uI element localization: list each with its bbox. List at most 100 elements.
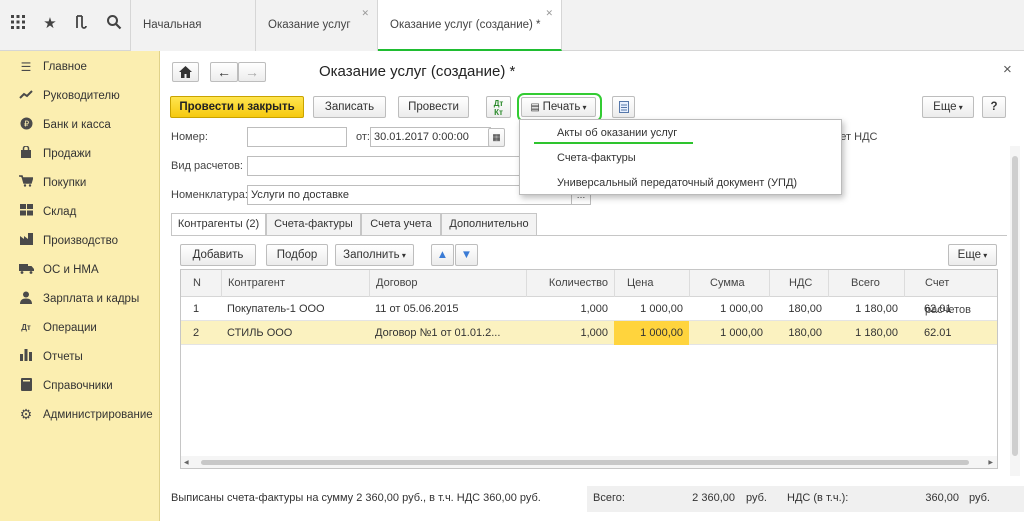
printer-icon: ▤ — [530, 102, 543, 113]
more-button[interactable]: Еще ▾ — [922, 96, 974, 118]
col-vat[interactable]: НДС — [769, 270, 828, 297]
col-sum[interactable]: Сумма — [689, 270, 769, 297]
calendar-icon: ▦ — [492, 132, 501, 142]
invoice-summary: Выписаны счета-фактуры на сумму 2 360,00… — [171, 492, 541, 504]
tab-home[interactable]: Начальная страница — [130, 0, 256, 82]
sidebar-item-purchases[interactable]: Покупки — [0, 168, 160, 197]
help-button[interactable]: ? — [982, 96, 1006, 118]
page-title: Оказание услуг (создание) * — [319, 63, 516, 80]
forward-button[interactable]: → — [238, 62, 266, 82]
sidebar-item-salary[interactable]: Зарплата и кадры — [0, 284, 160, 313]
tab-invoices[interactable]: Счета-фактуры — [266, 213, 361, 235]
menu-icon: ☰ — [20, 59, 32, 74]
sidebar-item-reports[interactable]: Отчеты — [0, 342, 160, 371]
sidebar-item-references[interactable]: Справочники — [0, 371, 160, 400]
menu-item-underline — [534, 142, 693, 144]
sidebar-item-production[interactable]: Производство — [0, 226, 160, 255]
top-bar: ★ Начальная страница Оказание услуг ✕ Ока… — [0, 0, 1024, 82]
dt-kt-button[interactable]: Дт Кт — [486, 96, 511, 118]
sidebar-item-main[interactable]: ☰ Главное — [0, 52, 160, 81]
col-price[interactable]: Цена — [614, 270, 689, 297]
col-contract[interactable]: Договор — [369, 270, 526, 297]
cell-price[interactable]: 1 000,00 — [614, 321, 689, 345]
sidebar-item-label: Отчеты — [43, 350, 83, 363]
menu-item-upd[interactable]: Универсальный передаточный документ (УПД… — [557, 177, 797, 189]
sidebar-item-assets[interactable]: ОС и НМА — [0, 255, 160, 284]
calc-type-field[interactable] — [247, 156, 527, 176]
sidebar-item-bank[interactable]: ₽ Банк и касса — [0, 110, 160, 139]
tab-services[interactable]: Оказание услуг ✕ — [256, 0, 378, 51]
footer: Выписаны счета-фактуры на сумму 2 360,00… — [160, 486, 1024, 521]
post-button[interactable]: Провести — [398, 96, 469, 118]
scroll-right-icon[interactable]: ▶ — [988, 459, 993, 466]
print-menu: Акты об оказании услуг Счета-фактуры Уни… — [519, 119, 842, 195]
cell-total: 1 180,00 — [855, 327, 898, 339]
save-button[interactable]: Записать — [313, 96, 386, 118]
calc-type-label: Вид расчетов: — [171, 160, 243, 172]
book-icon — [16, 377, 36, 394]
total-value: 2 360,00 — [692, 492, 735, 504]
cell-price: 1 000,00 — [640, 303, 683, 315]
search-icon[interactable] — [104, 14, 124, 34]
table-row[interactable]: 2 СТИЛЬ ООО Договор №1 от 01.01.2... 1,0… — [181, 321, 997, 345]
vertical-scrollbar[interactable] — [1010, 146, 1020, 476]
table-row[interactable]: 1 Покупатель-1 ООО 11 от 05.06.2015 1,00… — [181, 297, 997, 321]
vertical-scrollbar-thumb[interactable] — [1012, 156, 1018, 456]
pick-button[interactable]: Подбор — [266, 244, 328, 266]
horizontal-scrollbar[interactable]: ◀ ▶ — [181, 456, 997, 468]
col-counterparty[interactable]: Контрагент — [221, 270, 369, 297]
grid-more-button[interactable]: Еще ▾ — [948, 244, 997, 266]
number-label: Номер: — [171, 131, 208, 143]
sidebar-item-admin[interactable]: ⚙ Администрирование — [0, 400, 160, 429]
col-total[interactable]: Всего — [828, 270, 904, 297]
tab-accounts[interactable]: Счета учета — [361, 213, 441, 235]
print-button[interactable]: ▤ Печать ▾ — [521, 97, 596, 117]
fill-button[interactable]: Заполнить ▾ — [335, 244, 414, 266]
add-button[interactable]: Добавить — [180, 244, 256, 266]
col-quantity[interactable]: Количество — [526, 270, 614, 297]
star-icon[interactable]: ★ — [40, 14, 60, 34]
scrollbar-thumb[interactable] — [201, 460, 969, 465]
cell-counterparty: Покупатель-1 ООО — [227, 303, 325, 315]
date-label: от: — [356, 131, 370, 143]
sidebar-item-label: Банк и касса — [43, 118, 111, 131]
vat-total-label: НДС (в т.ч.): — [787, 492, 849, 504]
number-field[interactable] — [247, 127, 347, 147]
svg-text:₽: ₽ — [23, 119, 28, 128]
move-up-button[interactable]: ▲ — [431, 244, 454, 266]
chevron-down-icon: ▾ — [580, 103, 587, 112]
calendar-button[interactable]: ▦ — [488, 128, 505, 147]
sidebar-item-label: Продажи — [43, 147, 92, 160]
home-button[interactable] — [172, 62, 199, 82]
sidebar-item-warehouse[interactable]: Склад — [0, 197, 160, 226]
col-n[interactable]: N — [181, 270, 221, 297]
menu-item-invoices[interactable]: Счета-фактуры — [557, 152, 636, 164]
apps-grid-icon[interactable] — [8, 14, 28, 34]
document-icon — [618, 101, 629, 113]
menu-item-acts[interactable]: Акты об оказании услуг — [557, 127, 677, 139]
history-icon[interactable] — [72, 14, 92, 34]
chevron-down-icon: ▾ — [399, 251, 406, 260]
back-button[interactable]: ← — [210, 62, 238, 82]
tab-services-create[interactable]: Оказание услуг (создание) * ✕ — [378, 0, 562, 51]
person-icon — [16, 291, 36, 307]
sidebar-item-operations[interactable]: Дт Операции — [0, 313, 160, 342]
close-icon[interactable]: ✕ — [361, 8, 369, 18]
sidebar-item-label: Администрирование — [43, 408, 153, 421]
move-down-button[interactable]: ▼ — [455, 244, 478, 266]
cell-sum: 1 000,00 — [720, 327, 763, 339]
cell-counterparty: СТИЛЬ ООО — [227, 327, 293, 339]
tab-counterparties[interactable]: Контрагенты (2) — [171, 213, 266, 236]
truck-icon — [16, 263, 36, 277]
tab-additional[interactable]: Дополнительно — [441, 213, 537, 235]
close-icon[interactable]: ✕ — [545, 8, 553, 18]
sidebar-item-sales[interactable]: Продажи — [0, 139, 160, 168]
date-field[interactable]: 30.01.2017 0:00:00 — [370, 127, 491, 147]
col-account[interactable]: Счет расчетов — [904, 270, 997, 316]
sidebar-item-manager[interactable]: Руководителю — [0, 81, 160, 110]
document-button[interactable] — [612, 96, 635, 118]
scroll-left-icon[interactable]: ◀ — [184, 459, 189, 466]
more-label: Еще — [957, 249, 982, 261]
post-and-close-button[interactable]: Провести и закрыть — [170, 96, 304, 118]
close-form-button[interactable]: × — [1003, 61, 1012, 78]
